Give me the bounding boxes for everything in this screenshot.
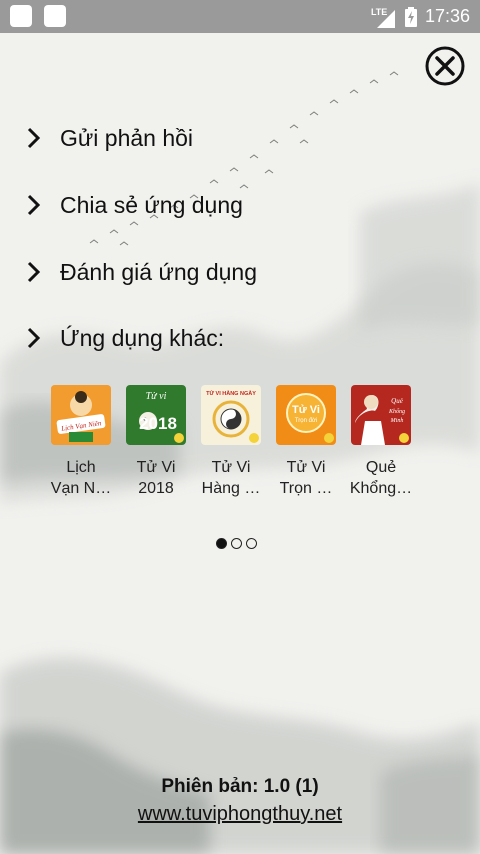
close-button[interactable]: [425, 46, 465, 86]
menu-item-label: Ứng dụng khác:: [60, 324, 225, 351]
app-name-line1: Tử Vi: [136, 459, 176, 476]
chevron-right-icon: [27, 127, 41, 149]
app-icon-text: TỬ VI HÀNG NGÀY: [206, 390, 256, 397]
menu-item-share-app[interactable]: Chia sẻ ứng dụng: [24, 185, 243, 225]
app-name-line1: Tử Vi: [286, 459, 326, 476]
tu-vi-tron-doi-icon: Tử Vi Trọn đời: [276, 385, 336, 445]
app-name-line2: Hàng …: [201, 480, 261, 497]
app-tu-vi-2018[interactable]: Tử vi 2018 Tử Vi 2018: [118, 385, 194, 499]
menu-item-feedback[interactable]: Gửi phản hồi: [24, 118, 193, 158]
app-icon-text: Tử Vi: [292, 404, 320, 416]
battery-icon: [404, 6, 417, 27]
chevron-right-icon: [27, 194, 41, 216]
version-label: Phiên bản: 1.0 (1): [161, 776, 319, 797]
tu-vi-2018-icon: Tử vi 2018: [126, 385, 186, 445]
app-name-line1: Tử Vi: [211, 459, 251, 476]
chevron-right-icon: [27, 261, 41, 283]
app-tu-vi-tron-doi[interactable]: Tử Vi Trọn đời Tử Vi Trọn …: [268, 385, 344, 499]
app-name-line2: Trọn …: [279, 480, 333, 497]
app-icon-text: Quẻ: [391, 397, 403, 405]
menu-item-label: Chia sẻ ứng dụng: [60, 191, 243, 218]
page-dot[interactable]: [231, 538, 242, 549]
app-que-khong-minh[interactable]: Quẻ Khổng Minh Quẻ Khổng…: [343, 385, 419, 499]
que-khong-minh-icon: Quẻ Khổng Minh: [351, 385, 411, 445]
other-apps-carousel[interactable]: Lịch Vạn Niên Lịch Vạn N… Tử vi 2018 Tử …: [51, 385, 432, 505]
tu-vi-hang-ngay-icon: TỬ VI HÀNG NGÀY: [201, 385, 261, 445]
app-name-line2: Vạn N…: [50, 480, 112, 497]
svg-text:Khổng: Khổng: [388, 408, 405, 415]
menu-item-label: Gửi phản hồi: [60, 124, 194, 151]
notification-icon: [44, 5, 66, 27]
notification-icon: [10, 5, 32, 27]
menu-item-other-apps[interactable]: Ứng dụng khác:: [24, 318, 224, 358]
chevron-right-icon: [27, 327, 41, 349]
app-name-line1: Lịch: [66, 459, 96, 476]
app-icon-text: 2018: [139, 414, 177, 433]
app-icon-subtext: Tử vi: [146, 391, 167, 402]
app-icon-subtext: Trọn đời: [295, 418, 317, 424]
close-icon: [425, 46, 465, 86]
svg-text:Minh: Minh: [390, 418, 404, 424]
app-lich-van-nien[interactable]: Lịch Vạn Niên Lịch Vạn N…: [43, 385, 119, 499]
app-name-line1: Quẻ: [365, 459, 397, 476]
page-dot[interactable]: [246, 538, 257, 549]
lich-van-nien-icon: Lịch Vạn Niên: [51, 385, 111, 445]
page-indicator[interactable]: [216, 538, 257, 549]
status-bar: LTE 17:36: [0, 0, 480, 33]
menu-item-label: Đánh giá ứng dụng: [60, 258, 257, 285]
clock: 17:36: [424, 6, 470, 26]
website-link[interactable]: www.tuviphongthuy.net: [0, 803, 480, 826]
app-tu-vi-hang-ngay[interactable]: TỬ VI HÀNG NGÀY Tử Vi Hàng …: [193, 385, 269, 499]
app-name-line2: Khổng…: [349, 480, 413, 497]
page-dot-active[interactable]: [216, 538, 227, 549]
app-name-line2: 2018: [138, 480, 174, 497]
signal-icon: LTE: [371, 6, 397, 28]
menu-item-rate-app[interactable]: Đánh giá ứng dụng: [24, 252, 257, 292]
